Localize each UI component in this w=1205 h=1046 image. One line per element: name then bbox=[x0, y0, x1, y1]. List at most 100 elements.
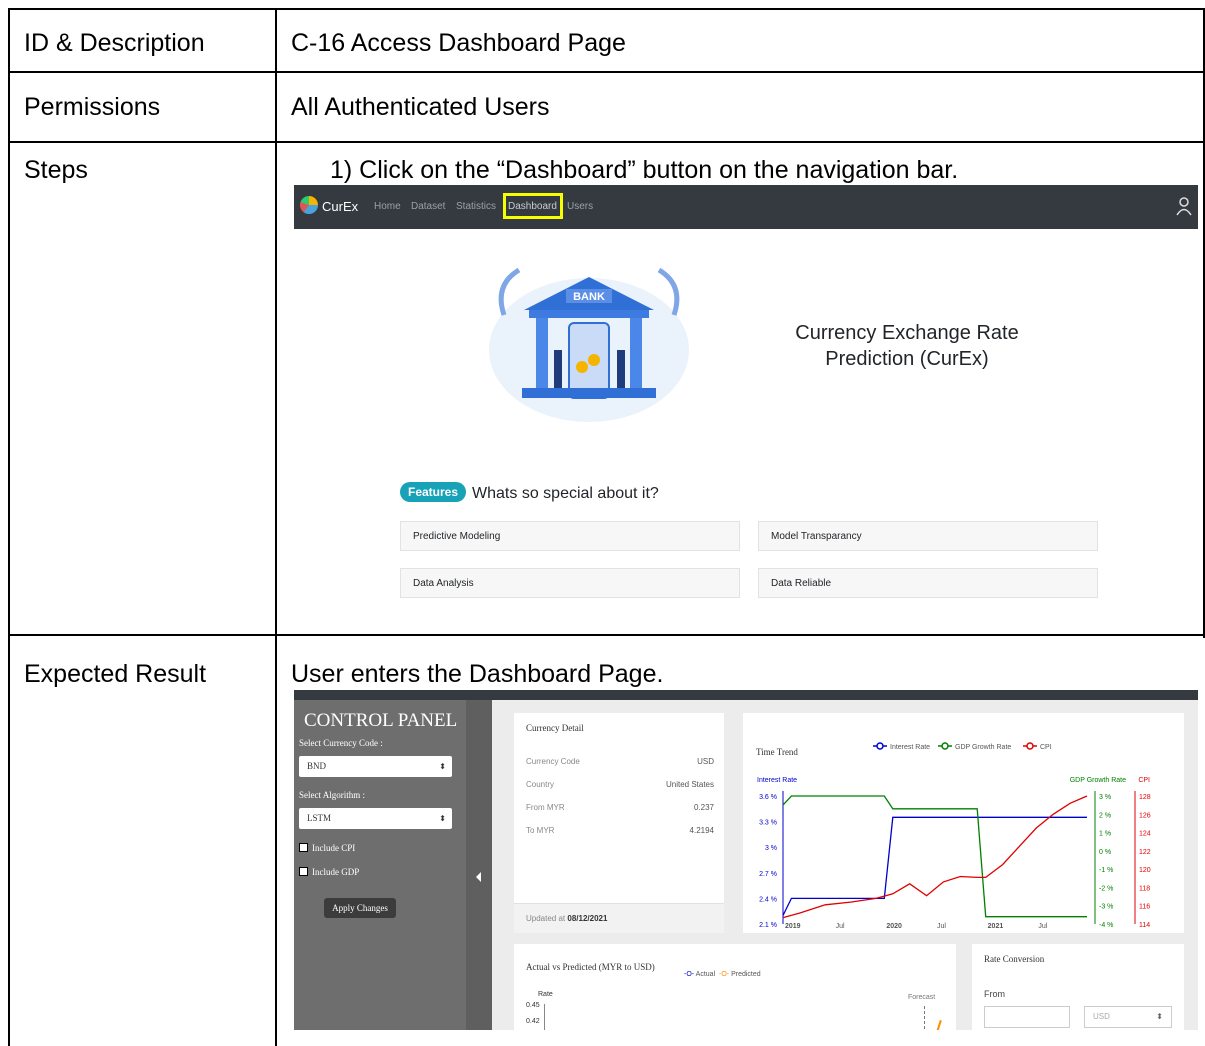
feature-data-reliable[interactable]: Data Reliable bbox=[758, 568, 1098, 598]
nav-item-home[interactable]: Home bbox=[374, 201, 401, 212]
legend-actual-icon: -O- bbox=[684, 971, 695, 978]
panel-collapse-strip[interactable] bbox=[466, 700, 492, 1030]
tick-gdp: 1 % bbox=[1099, 831, 1111, 838]
axis-title-gdp: GDP Growth Rate bbox=[1070, 777, 1126, 784]
row-value-id: C-16 Access Dashboard Page bbox=[291, 29, 626, 57]
tick-interest: 3 % bbox=[765, 845, 777, 852]
tick-gdp: 2 % bbox=[1099, 812, 1111, 819]
axis-title-interest: Interest Rate bbox=[757, 777, 797, 784]
control-panel: CONTROL PANEL Select Currency Code : BND… bbox=[294, 700, 466, 1030]
include-gdp-label: Include GDP bbox=[312, 867, 360, 877]
tick-x: 2020 bbox=[886, 923, 902, 930]
curex-logo-icon bbox=[300, 196, 318, 214]
table-border-left bbox=[8, 8, 10, 1046]
landing-title: Currency Exchange Rate Prediction (CurEx… bbox=[762, 320, 1052, 372]
row-label-permissions: Permissions bbox=[24, 93, 161, 121]
navbar: CurEx Home Dataset Statistics Dashboard … bbox=[294, 185, 1198, 229]
tick-x: 2019 bbox=[785, 923, 801, 930]
detail-row-to-myr: To MYR 4.2194 bbox=[526, 826, 714, 835]
legend-label-interest: Interest Rate bbox=[890, 744, 930, 751]
tick-x: 2021 bbox=[988, 923, 1004, 930]
nav-item-users[interactable]: Users bbox=[567, 201, 593, 212]
rate-conversion-card: Rate Conversion From USD ⬍ bbox=[972, 944, 1184, 1030]
row-label-steps: Steps bbox=[24, 156, 88, 184]
tick-x: Jul bbox=[836, 923, 845, 930]
legend-predicted-icon: -O- bbox=[719, 971, 730, 978]
tick-cpi: 124 bbox=[1139, 831, 1151, 838]
series-line-cpi bbox=[782, 795, 1088, 919]
table-divider-3 bbox=[8, 634, 1205, 636]
legend-marker-interest bbox=[876, 742, 884, 750]
currency-code-value: BND bbox=[307, 761, 327, 771]
table-divider-1 bbox=[8, 71, 1205, 73]
dashboard-highlight-box bbox=[503, 193, 563, 219]
include-cpi-label: Include CPI bbox=[312, 843, 356, 853]
avp-forecast-label: Forecast bbox=[908, 994, 936, 1001]
tick-cpi: 114 bbox=[1139, 922, 1150, 929]
landing-title-line1: Currency Exchange Rate bbox=[795, 322, 1019, 344]
apply-changes-button[interactable]: Apply Changes bbox=[324, 898, 396, 918]
series-line-interest bbox=[782, 816, 1087, 916]
bank-illustration-icon: BANK bbox=[489, 267, 689, 422]
rate-conversion-title: Rate Conversion bbox=[984, 954, 1045, 964]
include-cpi-checkbox[interactable]: Include CPI bbox=[299, 843, 355, 853]
detail-value: USD bbox=[697, 757, 714, 766]
features-heading: Features Whats so special about it? bbox=[400, 482, 659, 503]
detail-key: Country bbox=[526, 780, 555, 789]
rate-currency-select[interactable]: USD ⬍ bbox=[1084, 1006, 1172, 1028]
algorithm-select[interactable]: LSTM ⬍ bbox=[299, 808, 452, 829]
currency-detail-title: Currency Detail bbox=[526, 723, 584, 733]
landing-screenshot: CurEx Home Dataset Statistics Dashboard … bbox=[294, 185, 1198, 601]
feature-data-analysis[interactable]: Data Analysis bbox=[400, 568, 740, 598]
detail-key: To MYR bbox=[526, 826, 555, 835]
legend-label-gdp: GDP Growth Rate bbox=[955, 744, 1011, 751]
row-label-id: ID & Description bbox=[24, 29, 205, 57]
nav-item-statistics[interactable]: Statistics bbox=[456, 201, 496, 212]
tick-gdp: 0 % bbox=[1099, 849, 1111, 856]
detail-row-from-myr: From MYR 0.237 bbox=[526, 803, 714, 812]
time-trend-title: Time Trend bbox=[756, 747, 798, 757]
currency-code-select[interactable]: BND ⬍ bbox=[299, 756, 452, 777]
table-column-divider bbox=[275, 8, 277, 1046]
nav-brand[interactable]: CurEx bbox=[322, 199, 358, 214]
control-panel-title: CONTROL PANEL bbox=[304, 710, 458, 731]
avp-title: Actual vs Predicted (MYR to USD) bbox=[526, 962, 655, 972]
nav-item-dataset[interactable]: Dataset bbox=[411, 201, 445, 212]
updated-date: 08/12/2021 bbox=[567, 914, 608, 923]
row-value-steps: 1) Click on the “Dashboard” button on th… bbox=[330, 156, 959, 184]
rate-currency-value: USD bbox=[1093, 1012, 1110, 1021]
tick-cpi: 120 bbox=[1139, 867, 1151, 874]
include-gdp-checkbox[interactable]: Include GDP bbox=[299, 867, 359, 877]
rate-from-input[interactable] bbox=[984, 1006, 1070, 1028]
avp-tick-045: 0.45 bbox=[526, 1002, 540, 1009]
tick-interest: 3.6 % bbox=[759, 794, 777, 801]
row-value-expected: User enters the Dashboard Page. bbox=[291, 660, 664, 688]
select-arrows-icon: ⬍ bbox=[439, 814, 446, 823]
user-icon[interactable] bbox=[1176, 196, 1192, 216]
feature-predictive-modeling[interactable]: Predictive Modeling bbox=[400, 521, 740, 551]
avp-tick-042: 0.42 bbox=[526, 1018, 540, 1025]
avp-forecast-line bbox=[924, 1006, 925, 1030]
collapse-arrow-icon bbox=[476, 872, 481, 882]
updated-prefix: Updated at bbox=[526, 914, 568, 923]
currency-detail-card: Currency Detail Currency Code USD Country… bbox=[514, 713, 724, 933]
updated-at: Updated at 08/12/2021 bbox=[514, 903, 724, 933]
algorithm-value: LSTM bbox=[307, 813, 332, 823]
tick-gdp: -3 % bbox=[1099, 904, 1113, 911]
avp-legend: -O- Actual -O- Predicted bbox=[684, 971, 761, 978]
avp-legend-predicted: Predicted bbox=[731, 971, 761, 978]
table-border-top bbox=[8, 8, 1205, 10]
actual-vs-predicted-card: Actual vs Predicted (MYR to USD) -O- Act… bbox=[514, 944, 956, 1030]
tick-interest: 3.3 % bbox=[759, 820, 777, 827]
legend-label-cpi: CPI bbox=[1040, 744, 1052, 751]
table-divider-2 bbox=[8, 141, 1205, 143]
dashboard-topbar bbox=[294, 690, 1198, 700]
tick-x: Jul bbox=[937, 923, 946, 930]
select-arrows-icon: ⬍ bbox=[1156, 1012, 1163, 1021]
time-trend-card: Time Trend Interest Rate GDP Growth Rate CP… bbox=[743, 713, 1184, 933]
detail-row-currency: Currency Code USD bbox=[526, 757, 714, 766]
tick-x: Jul bbox=[1038, 923, 1047, 930]
feature-model-transparancy[interactable]: Model Transparancy bbox=[758, 521, 1098, 551]
detail-value: United States bbox=[665, 780, 714, 789]
select-arrows-icon: ⬍ bbox=[439, 762, 446, 771]
